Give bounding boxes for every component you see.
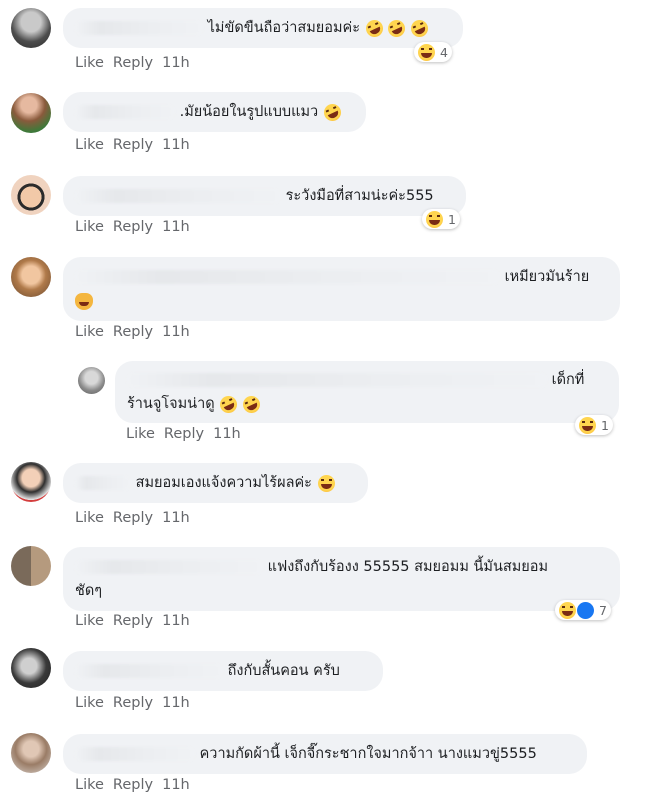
comment-bubble: ความกัดผ้านี้ เจ็กจี๊กระชากใจมากจ้าา นาง… bbox=[63, 734, 587, 774]
timestamp[interactable]: 11h bbox=[162, 510, 190, 526]
timestamp[interactable]: 11h bbox=[162, 219, 190, 235]
like-link[interactable]: Like bbox=[75, 695, 104, 711]
reply-link[interactable]: Reply bbox=[113, 137, 153, 153]
comment-bubble: ถึงกับสั้นคอน ครับ bbox=[63, 651, 383, 691]
avatar[interactable] bbox=[11, 462, 51, 502]
comment-text: ระวังมือที่สามน่ะค่ะ555 bbox=[285, 188, 434, 204]
comment-actions: Like Reply 11h bbox=[75, 510, 199, 526]
comment-actions: Like Reply 11h bbox=[75, 613, 199, 629]
comment-actions: Like Reply 11h bbox=[126, 426, 250, 442]
comment-bubble: .มัยน้อยในรูปแบบแมว bbox=[63, 92, 366, 132]
reaction-count: 1 bbox=[448, 211, 456, 227]
avatar[interactable] bbox=[11, 733, 51, 773]
timestamp[interactable]: 11h bbox=[162, 777, 190, 793]
like-link[interactable]: Like bbox=[75, 219, 104, 235]
comment-actions: Like Reply 11h bbox=[75, 55, 199, 71]
redacted-author-name bbox=[75, 560, 263, 574]
comment-bubble: แฟงถึงกับร้องง 55555 สมยอมม นี้มันสมยอม … bbox=[63, 547, 620, 611]
comment-bubble: ไม่ขัดขืนถือว่าสมยอมค่ะ bbox=[63, 8, 463, 48]
comment-text-line2: ชัดๆ bbox=[75, 583, 103, 599]
avatar[interactable] bbox=[11, 8, 51, 48]
timestamp[interactable]: 11h bbox=[162, 324, 190, 340]
comment-text: .มัยน้อยในรูปแบบแมว bbox=[179, 104, 319, 120]
redacted-author-name bbox=[127, 373, 547, 387]
like-link[interactable]: Like bbox=[75, 777, 104, 793]
redacted-author-name bbox=[75, 270, 500, 284]
comment-text-line2: ร้านจูโจมน่าดู bbox=[127, 396, 215, 412]
haha-reaction-icon bbox=[559, 601, 576, 619]
comment-bubble: ระวังมือที่สามน่ะค่ะ555 bbox=[63, 176, 466, 216]
rofl-emoji-icon bbox=[240, 392, 263, 416]
reaction-summary[interactable]: 1 bbox=[422, 209, 460, 229]
comment-actions: Like Reply 11h bbox=[75, 137, 199, 153]
reaction-summary[interactable]: 7 bbox=[555, 600, 611, 620]
reply-link[interactable]: Reply bbox=[113, 55, 153, 71]
like-link[interactable]: Like bbox=[75, 55, 104, 71]
avatar[interactable] bbox=[78, 367, 105, 394]
avatar[interactable] bbox=[11, 93, 51, 133]
comment-text: เหมียวมันร้าย bbox=[504, 269, 590, 285]
redacted-author-name bbox=[75, 476, 131, 490]
reply-link[interactable]: Reply bbox=[113, 613, 153, 629]
timestamp[interactable]: 11h bbox=[162, 613, 190, 629]
rofl-emoji-icon bbox=[217, 392, 241, 416]
reaction-summary[interactable]: 4 bbox=[414, 42, 452, 62]
comment-actions: Like Reply 11h bbox=[75, 695, 199, 711]
rofl-emoji-icon bbox=[362, 16, 386, 40]
comment-text-line1: เด็กที่ bbox=[551, 372, 585, 388]
like-reaction-icon bbox=[577, 601, 594, 619]
timestamp[interactable]: 11h bbox=[162, 55, 190, 71]
comment-bubble: สมยอมเองแจ้งความไร้ผลค่ะ bbox=[63, 463, 368, 503]
avatar[interactable] bbox=[11, 648, 51, 688]
reply-link[interactable]: Reply bbox=[113, 510, 153, 526]
comment-bubble: เหมียวมันร้าย bbox=[63, 257, 620, 321]
avatar[interactable] bbox=[11, 175, 51, 215]
comment-text: สมยอมเองแจ้งความไร้ผลค่ะ bbox=[135, 475, 312, 491]
comment-bubble: เด็กที่ ร้านจูโจมน่าดู bbox=[115, 361, 619, 423]
timestamp[interactable]: 11h bbox=[213, 426, 241, 442]
redacted-author-name bbox=[75, 189, 281, 203]
like-link[interactable]: Like bbox=[126, 426, 155, 442]
reaction-count: 4 bbox=[440, 44, 448, 60]
timestamp[interactable]: 11h bbox=[162, 695, 190, 711]
rofl-emoji-icon bbox=[321, 100, 344, 124]
like-link[interactable]: Like bbox=[75, 137, 104, 153]
reply-link[interactable]: Reply bbox=[113, 777, 153, 793]
laughing-emoji-icon bbox=[317, 474, 335, 492]
rofl-emoji-icon bbox=[385, 16, 409, 40]
redacted-author-name bbox=[75, 747, 195, 761]
haha-reaction-icon bbox=[418, 43, 435, 61]
comment-actions: Like Reply 11h bbox=[75, 324, 199, 340]
avatar[interactable] bbox=[11, 546, 51, 586]
reaction-summary[interactable]: 1 bbox=[575, 415, 613, 435]
comment-text: ถึงกับสั้นคอน ครับ bbox=[227, 663, 340, 679]
reply-link[interactable]: Reply bbox=[113, 324, 153, 340]
timestamp[interactable]: 11h bbox=[162, 137, 190, 153]
reply-link[interactable]: Reply bbox=[113, 695, 153, 711]
smiling-cat-emoji-icon bbox=[75, 292, 93, 310]
like-link[interactable]: Like bbox=[75, 324, 104, 340]
comment-text: ไม่ขัดขืนถือว่าสมยอมค่ะ bbox=[207, 20, 361, 36]
rofl-emoji-icon bbox=[408, 16, 431, 40]
redacted-author-name bbox=[75, 664, 223, 678]
redacted-author-name bbox=[75, 105, 175, 119]
comment-text: ความกัดผ้านี้ เจ็กจี๊กระชากใจมากจ้าา นาง… bbox=[199, 746, 537, 762]
reply-link[interactable]: Reply bbox=[164, 426, 204, 442]
reaction-count: 7 bbox=[599, 602, 607, 618]
like-link[interactable]: Like bbox=[75, 613, 104, 629]
comment-actions: Like Reply 11h bbox=[75, 219, 199, 235]
reply-link[interactable]: Reply bbox=[113, 219, 153, 235]
haha-reaction-icon bbox=[579, 416, 596, 434]
avatar[interactable] bbox=[11, 257, 51, 297]
comment-text-line1: แฟงถึงกับร้องง 55555 สมยอมม นี้มันสมยอม bbox=[267, 559, 549, 575]
comment-actions: Like Reply 11h bbox=[75, 777, 199, 793]
reaction-count: 1 bbox=[601, 417, 609, 433]
like-link[interactable]: Like bbox=[75, 510, 104, 526]
redacted-author-name bbox=[75, 21, 203, 35]
haha-reaction-icon bbox=[426, 210, 443, 228]
